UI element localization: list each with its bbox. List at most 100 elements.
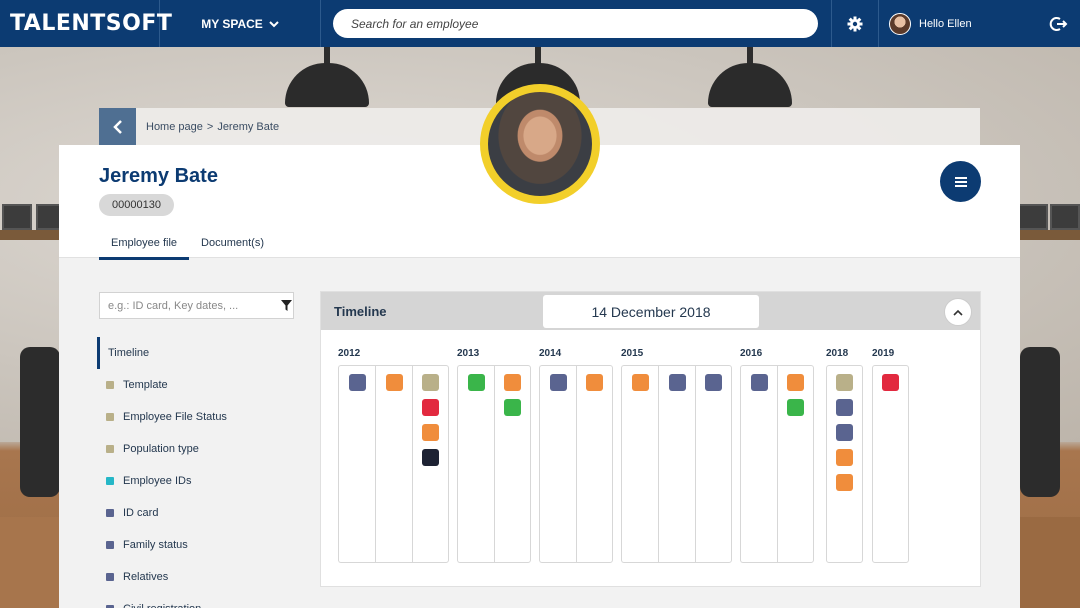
my-space-menu[interactable]: MY SPACE (160, 0, 321, 47)
shelf-decoration (1020, 230, 1080, 240)
timeline-panel: Timeline 14 December 2018 2012 2013 2014 20… (320, 291, 981, 587)
section-label: ID card (123, 507, 159, 519)
settings-button[interactable] (831, 0, 879, 47)
section-filter-input[interactable] (108, 299, 273, 312)
employee-tabs: Employee file Document(s) (99, 233, 276, 260)
timeline-event[interactable] (422, 424, 439, 441)
employee-search[interactable] (333, 9, 818, 38)
box-decoration (1050, 204, 1080, 230)
filter-icon[interactable] (281, 300, 292, 311)
logout-icon[interactable] (1048, 14, 1068, 34)
year-group (740, 365, 814, 563)
talentsoft-logo[interactable]: TALENTSOFT (0, 0, 172, 47)
top-navigation-bar: TALENTSOFT MY SPACE Hello Ellen (0, 0, 1080, 47)
timeline-event[interactable] (385, 374, 403, 391)
employee-photo (480, 84, 600, 204)
employee-search-input[interactable] (351, 16, 818, 31)
timeline-event[interactable] (504, 399, 521, 416)
section-label: Employee IDs (123, 475, 192, 487)
timeline-event[interactable] (422, 449, 439, 466)
breadcrumb-current: Jeremy Bate (217, 120, 280, 133)
section-item[interactable]: ID card (97, 497, 297, 529)
timeline-event[interactable] (467, 374, 485, 391)
timeline-event[interactable] (668, 374, 686, 391)
timeline-event[interactable] (422, 374, 439, 391)
actions-menu-button[interactable] (940, 161, 981, 202)
lamp-decoration (285, 47, 369, 107)
timeline-column (412, 365, 449, 563)
timeline-event[interactable] (348, 374, 366, 391)
year-label: 2012 (338, 348, 361, 359)
timeline-column (576, 365, 613, 563)
year-label: 2019 (872, 348, 895, 359)
section-color-marker (106, 477, 114, 485)
section-item[interactable]: Civil registration (97, 593, 297, 608)
year-label: 2016 (740, 348, 763, 359)
breadcrumb-home[interactable]: Home page (146, 121, 203, 133)
employee-name: Jeremy Bate (99, 165, 218, 187)
hamburger-icon (954, 176, 967, 187)
section-color-marker (106, 413, 114, 421)
timeline-event[interactable] (787, 399, 804, 416)
timeline-event[interactable] (586, 374, 603, 391)
timeline-event[interactable] (836, 449, 853, 466)
year-group (872, 365, 909, 563)
tab-employee-file[interactable]: Employee file (99, 233, 190, 260)
timeline-event[interactable] (422, 399, 439, 416)
section-item[interactable]: Family status (97, 529, 297, 561)
timeline-years: 2012 2013 2014 2015 2016 2018 2019 (321, 330, 982, 588)
section-color-marker (106, 509, 114, 517)
collapse-button[interactable] (944, 298, 972, 326)
timeline-column (621, 365, 658, 563)
user-menu[interactable]: Hello Ellen (879, 12, 1029, 35)
section-item[interactable]: Template (97, 369, 297, 401)
section-color-marker (106, 381, 114, 389)
timeline-column (539, 365, 576, 563)
timeline-header: Timeline 14 December 2018 (321, 292, 980, 330)
box-decoration (1018, 204, 1048, 230)
timeline-event[interactable] (882, 374, 899, 391)
section-label: Relatives (123, 571, 169, 583)
year-label: 2014 (539, 348, 562, 359)
timeline-event[interactable] (750, 374, 768, 391)
section-label: Civil registration (123, 603, 201, 608)
year-label: 2018 (826, 348, 849, 359)
section-item[interactable]: Timeline (97, 337, 297, 369)
section-label: Template (123, 379, 168, 391)
section-label: Family status (123, 539, 188, 551)
timeline-event[interactable] (836, 399, 853, 416)
timeline-date[interactable]: 14 December 2018 (543, 295, 759, 328)
year-label: 2013 (457, 348, 480, 359)
year-group (457, 365, 531, 563)
employee-id-badge: 00000130 (99, 194, 174, 216)
section-item[interactable]: Employee IDs (97, 465, 297, 497)
year-group (338, 365, 449, 563)
timeline-event[interactable] (836, 424, 853, 441)
timeline-event[interactable] (549, 374, 567, 391)
timeline-column (872, 365, 909, 563)
shelf-decoration (0, 230, 59, 240)
section-color-marker (106, 541, 114, 549)
year-group (621, 365, 732, 563)
timeline-event[interactable] (705, 374, 722, 391)
section-item[interactable]: Employee File Status (97, 401, 297, 433)
timeline-column (826, 365, 863, 563)
breadcrumb: Home page > Jeremy Bate (146, 121, 279, 133)
timeline-column (338, 365, 375, 563)
timeline-column (777, 365, 814, 563)
timeline-event[interactable] (836, 474, 853, 491)
section-item[interactable]: Relatives (97, 561, 297, 593)
tab-documents[interactable]: Document(s) (189, 233, 276, 260)
timeline-event[interactable] (504, 374, 521, 391)
timeline-event[interactable] (836, 374, 853, 391)
chevron-up-icon (953, 309, 963, 316)
timeline-event[interactable] (631, 374, 649, 391)
chevron-down-icon (269, 20, 279, 27)
chevron-left-icon (112, 119, 122, 134)
year-group (539, 365, 613, 563)
section-item[interactable]: Population type (97, 433, 297, 465)
back-button[interactable] (99, 108, 136, 145)
section-filter[interactable] (99, 292, 294, 319)
timeline-event[interactable] (787, 374, 804, 391)
timeline-column (457, 365, 494, 563)
